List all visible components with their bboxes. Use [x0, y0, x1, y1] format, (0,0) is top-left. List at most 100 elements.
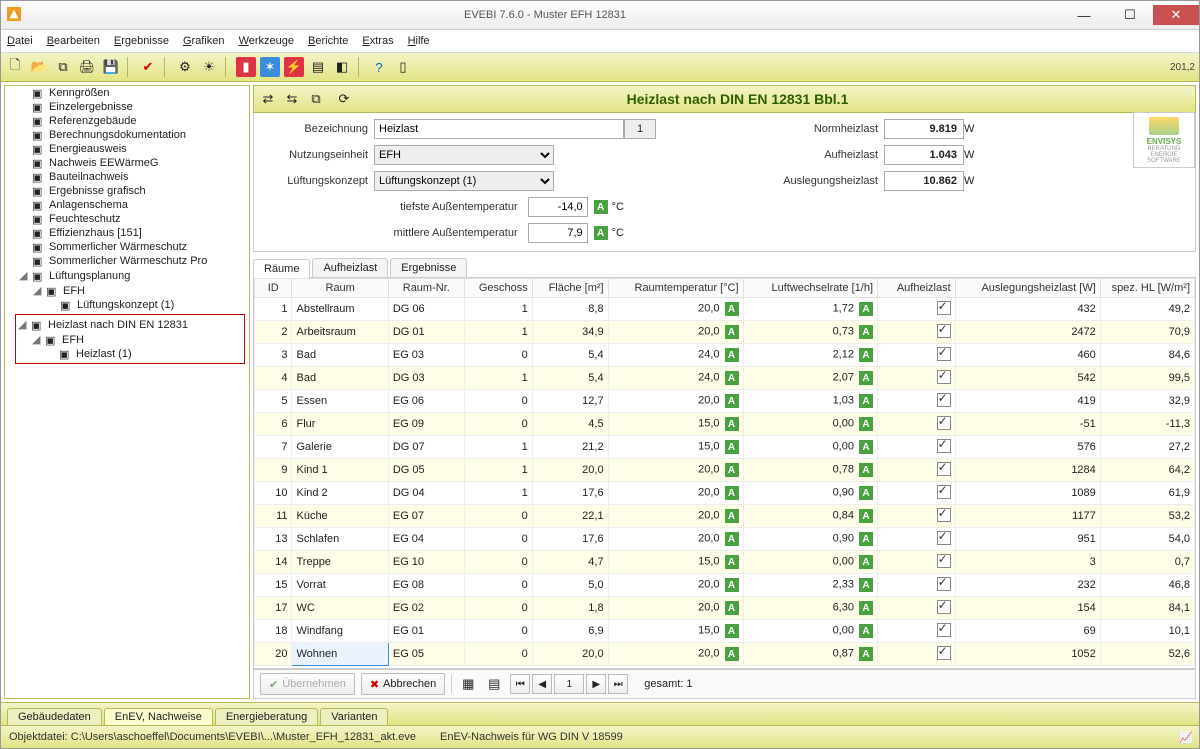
lueftungskonzept-select[interactable]: Lüftungskonzept (1): [374, 171, 554, 191]
menu-datei[interactable]: Datei: [7, 35, 33, 47]
tab-ergebnisse[interactable]: Ergebnisse: [390, 258, 467, 277]
col-header[interactable]: Luftwechselrate [1/h]: [743, 279, 877, 298]
col-header[interactable]: Fläche [m²]: [532, 279, 608, 298]
menu-ergebnisse[interactable]: Ergebnisse: [114, 35, 169, 47]
aufheizlast-checkbox[interactable]: [937, 554, 951, 568]
tree-item[interactable]: ▣Sommerlicher Wärmeschutz: [19, 240, 249, 254]
tab-räume[interactable]: Räume: [253, 259, 310, 278]
aufheizlast-checkbox[interactable]: [937, 623, 951, 637]
col-header[interactable]: ID: [255, 279, 292, 298]
last-page-button[interactable]: ⏭: [608, 674, 628, 694]
table-row[interactable]: 14TreppeEG 1004,715,0 A0,00 A30,7: [255, 551, 1195, 574]
sun-icon[interactable]: ☀: [199, 57, 219, 77]
copy2-icon[interactable]: ⧉: [306, 89, 326, 109]
table-row[interactable]: 2ArbeitsraumDG 01134,920,0 A0,73 A247270…: [255, 321, 1195, 344]
table-row[interactable]: 5EssenEG 06012,720,0 A1,03 A41932,9: [255, 390, 1195, 413]
rooms-grid[interactable]: IDRaumRaum-Nr.GeschossFläche [m²]Raumtem…: [253, 278, 1196, 669]
col-header[interactable]: spez. HL [W/m²]: [1100, 279, 1194, 298]
menu-extras[interactable]: Extras: [362, 35, 393, 47]
table-row[interactable]: 9Kind 1DG 05120,020,0 A0,78 A128464,2: [255, 459, 1195, 482]
col-header[interactable]: Raum-Nr.: [388, 279, 464, 298]
next-page-button[interactable]: ▶: [586, 674, 606, 694]
refresh-icon[interactable]: ⟳: [334, 89, 354, 109]
first-page-button[interactable]: ⏮: [510, 674, 530, 694]
tree-item[interactable]: ◢▣EFH: [33, 283, 249, 298]
tree-item[interactable]: ▣Sommerlicher Wärmeschutz Pro: [19, 254, 249, 268]
tree-item[interactable]: ◢▣Heizlast nach DIN EN 12831: [18, 317, 242, 332]
bottom-tab[interactable]: EnEV, Nachweise: [104, 708, 213, 725]
tool1-icon[interactable]: ⚙: [175, 57, 195, 77]
mittlere-temp-input[interactable]: [528, 223, 588, 243]
aufheizlast-checkbox[interactable]: [937, 393, 951, 407]
tree-item[interactable]: ▣Anlagenschema: [19, 198, 249, 212]
prev-page-button[interactable]: ◀: [532, 674, 552, 694]
tree-item[interactable]: ▣Effizienzhaus [151]: [19, 226, 249, 240]
table-row[interactable]: 18WindfangEG 0106,915,0 A0,00 A6910,1: [255, 620, 1195, 643]
tree-item[interactable]: ◢▣Lüftungsplanung: [19, 268, 249, 283]
bezeichnung-input[interactable]: [374, 119, 624, 139]
aufheizlast-checkbox[interactable]: [937, 577, 951, 591]
nutzungseinheit-select[interactable]: EFH: [374, 145, 554, 165]
print-icon[interactable]: 🖨: [77, 57, 97, 77]
check-icon[interactable]: ✔: [138, 57, 158, 77]
help-icon[interactable]: ?: [369, 57, 389, 77]
aufheizlast-checkbox[interactable]: [937, 439, 951, 453]
minimize-button[interactable]: —: [1061, 5, 1107, 25]
table-row[interactable]: 20WohnenEG 05020,020,0 A0,87 A105252,6: [255, 643, 1195, 666]
tree-item[interactable]: ▣Einzelergebnisse: [19, 100, 249, 114]
col-header[interactable]: Raumtemperatur [°C]: [608, 279, 743, 298]
flash-icon[interactable]: ⚡: [284, 57, 304, 77]
tab-aufheizlast[interactable]: Aufheizlast: [312, 258, 388, 277]
table-row[interactable]: 11KücheEG 07022,120,0 A0,84 A117753,2: [255, 505, 1195, 528]
new-icon[interactable]: 🗋: [5, 57, 25, 77]
chart-icon[interactable]: ▤: [308, 57, 328, 77]
save-icon[interactable]: 💾: [101, 57, 121, 77]
a-icon[interactable]: A: [594, 200, 608, 214]
expand-icon[interactable]: ⇄: [258, 89, 278, 109]
tool2-icon[interactable]: ◧: [332, 57, 352, 77]
tree-item[interactable]: ◢▣EFH: [32, 332, 242, 347]
table-row[interactable]: 15VorratEG 0805,020,0 A2,33 A23246,8: [255, 574, 1195, 597]
tree-item[interactable]: ▣Bauteilnachweis: [19, 170, 249, 184]
aufheizlast-checkbox[interactable]: [937, 324, 951, 338]
abbrechen-button[interactable]: ✖Abbrechen: [361, 673, 445, 695]
tiefste-temp-input[interactable]: [528, 197, 588, 217]
fan-icon[interactable]: ✶: [260, 57, 280, 77]
tree-item[interactable]: ▣Heizlast (1): [46, 347, 242, 361]
a-icon[interactable]: A: [594, 226, 608, 240]
tree-item[interactable]: ▣Kenngrößen: [19, 86, 249, 100]
col-header[interactable]: Auslegungsheizlast [W]: [955, 279, 1100, 298]
table-row[interactable]: 6FlurEG 0904,515,0 A0,00 A-51-11,3: [255, 413, 1195, 436]
status-chart-icon[interactable]: 📈: [1179, 731, 1193, 744]
tree-item[interactable]: ▣Lüftungskonzept (1): [47, 298, 249, 312]
calc-icon[interactable]: ▯: [393, 57, 413, 77]
aufheizlast-checkbox[interactable]: [937, 646, 951, 660]
tree-item[interactable]: ▣Energieausweis: [19, 142, 249, 156]
maximize-button[interactable]: ☐: [1107, 5, 1153, 25]
aufheizlast-checkbox[interactable]: [937, 347, 951, 361]
view2-icon[interactable]: ▤: [484, 674, 504, 694]
open-icon[interactable]: 📂: [29, 57, 49, 77]
close-button[interactable]: ✕: [1153, 5, 1199, 25]
table-row[interactable]: 1AbstellraumDG 0618,820,0 A1,72 A43249,2: [255, 298, 1195, 321]
aufheizlast-checkbox[interactable]: [937, 462, 951, 476]
view1-icon[interactable]: ▦: [458, 674, 478, 694]
bottom-tab[interactable]: Energieberatung: [215, 708, 318, 725]
menu-berichte[interactable]: Berichte: [308, 35, 348, 47]
menu-hilfe[interactable]: Hilfe: [408, 35, 430, 47]
col-header[interactable]: Aufheizlast: [878, 279, 956, 298]
collapse-icon[interactable]: ⇆: [282, 89, 302, 109]
tree-item[interactable]: ▣Ergebnisse grafisch: [19, 184, 249, 198]
copy-icon[interactable]: ⧉: [53, 57, 73, 77]
aufheizlast-checkbox[interactable]: [937, 485, 951, 499]
navigation-tree[interactable]: ▣Kenngrößen▣Einzelergebnisse▣Referenzgeb…: [4, 85, 250, 699]
tree-item[interactable]: ▣Berechnungsdokumentation: [19, 128, 249, 142]
table-row[interactable]: 17WCEG 0201,820,0 A6,30 A15484,1: [255, 597, 1195, 620]
tree-item[interactable]: ▣Referenzgebäude: [19, 114, 249, 128]
col-header[interactable]: Geschoss: [464, 279, 532, 298]
table-row[interactable]: 3BadEG 0305,424,0 A2,12 A46084,6: [255, 344, 1195, 367]
aufheizlast-checkbox[interactable]: [937, 370, 951, 384]
bottom-tab[interactable]: Varianten: [320, 708, 388, 725]
aufheizlast-checkbox[interactable]: [937, 531, 951, 545]
menu-werkzeuge[interactable]: Werkzeuge: [239, 35, 294, 47]
